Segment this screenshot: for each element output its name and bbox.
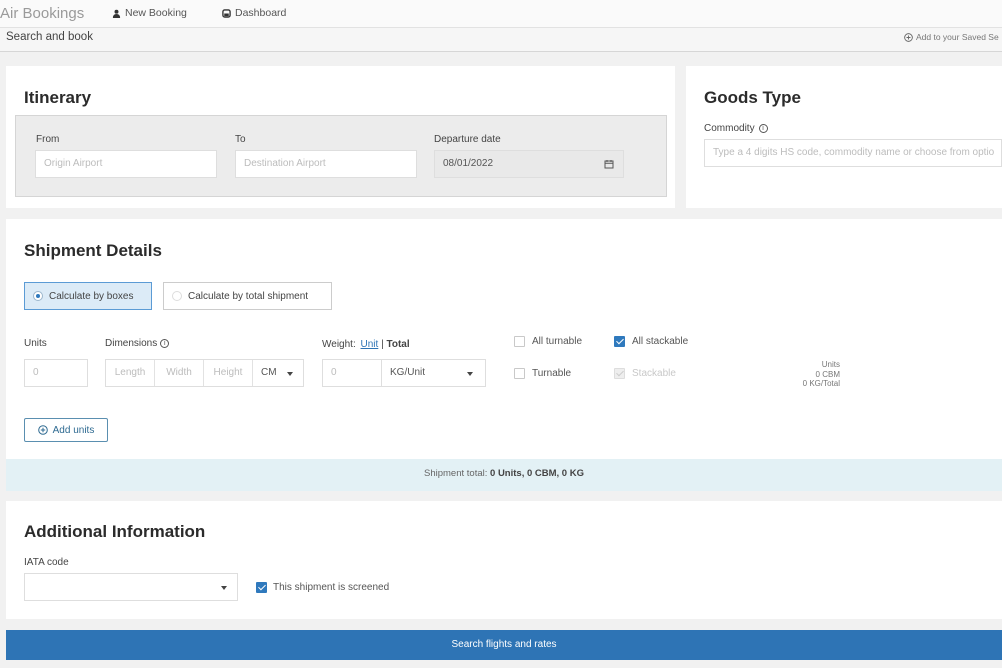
additional-info-card xyxy=(6,501,1002,619)
to-label: To xyxy=(235,134,246,145)
all-stackable-checkbox[interactable] xyxy=(614,336,625,347)
dashboard-icon xyxy=(222,8,231,18)
all-turnable-label: All turnable xyxy=(532,336,583,347)
calculate-by-total-option[interactable]: Calculate by total shipment xyxy=(163,282,332,310)
weight-label-group: Weight: Unit | Total xyxy=(322,339,410,350)
page-title: Search and book xyxy=(6,31,93,43)
length-input[interactable]: Length xyxy=(106,360,154,386)
row-summary: Units 0 CBM 0 KG/Total xyxy=(760,360,840,389)
calculate-by-boxes-option[interactable]: Calculate by boxes xyxy=(24,282,152,310)
top-nav: Air Bookings New Booking Dashboard xyxy=(0,0,1002,28)
calendar-icon[interactable] xyxy=(604,159,614,169)
commodity-input[interactable]: Type a 4 digits HS code, commodity name … xyxy=(704,139,1002,167)
units-input[interactable]: 0 xyxy=(24,359,88,387)
add-units-button[interactable]: Add units xyxy=(24,418,108,442)
stackable-label: Stackable xyxy=(632,368,676,379)
plus-circle-icon xyxy=(904,32,913,42)
sub-header: Search and book Add to your Saved Se xyxy=(0,28,1002,52)
chevron-down-icon xyxy=(467,372,473,376)
nav-new-booking[interactable]: New Booking xyxy=(112,7,187,19)
nav-dashboard[interactable]: Dashboard xyxy=(222,7,286,19)
commodity-label-group: Commodity i xyxy=(704,123,768,134)
origin-airport-input[interactable]: Origin Airport xyxy=(35,150,217,178)
info-icon[interactable]: i xyxy=(758,124,768,133)
shipment-screened-checkbox[interactable] xyxy=(256,582,267,593)
info-icon[interactable]: i xyxy=(160,339,170,348)
stackable-checkbox xyxy=(614,368,625,379)
shipment-total-value: 0 Units, 0 CBM, 0 KG xyxy=(490,468,584,479)
iata-code-select[interactable] xyxy=(24,573,238,601)
departure-date-value: 08/01/2022 xyxy=(443,158,494,169)
summary-kg: 0 KG/Total xyxy=(802,379,840,388)
weight-label: Weight: xyxy=(322,339,356,350)
units-label: Units xyxy=(24,338,47,349)
shipment-screened-label: This shipment is screened xyxy=(273,582,390,593)
dimensions-label: Dimensions xyxy=(105,338,158,349)
weight-total-toggle[interactable]: Total xyxy=(386,339,409,350)
iata-code-label: IATA code xyxy=(24,557,69,568)
user-icon xyxy=(112,9,121,18)
height-input[interactable]: Height xyxy=(203,360,252,386)
dimension-unit-select[interactable]: CM xyxy=(252,360,303,386)
plus-circle-icon xyxy=(37,425,48,435)
destination-airport-input[interactable]: Destination Airport xyxy=(235,150,417,178)
weight-separator: | xyxy=(381,339,384,350)
from-label: From xyxy=(36,134,60,145)
search-flights-button[interactable]: Search flights and rates xyxy=(6,630,1002,660)
turnable-checkbox[interactable] xyxy=(514,368,525,379)
shipment-total-prefix: Shipment total: xyxy=(424,468,488,479)
all-turnable-checkbox[interactable] xyxy=(514,336,525,347)
additional-info-title: Additional Information xyxy=(24,522,206,541)
radio-icon xyxy=(172,291,182,301)
dimensions-label-group: Dimensions i xyxy=(105,338,170,349)
nav-dashboard-label: Dashboard xyxy=(235,7,287,19)
radio-icon xyxy=(33,291,43,301)
goods-type-title: Goods Type xyxy=(704,88,801,107)
summary-units: Units xyxy=(821,360,840,369)
calculate-by-total-label: Calculate by total shipment xyxy=(188,290,309,302)
departure-date-label: Departure date xyxy=(434,134,501,145)
summary-cbm: 0 CBM xyxy=(815,369,840,379)
chevron-down-icon xyxy=(287,372,293,376)
add-units-label: Add units xyxy=(52,424,95,436)
commodity-label: Commodity xyxy=(704,123,755,134)
shipment-details-title: Shipment Details xyxy=(24,241,162,260)
weight-unit-value: KG/Unit xyxy=(390,367,426,378)
app-brand[interactable]: Air Bookings xyxy=(0,5,84,22)
dimensions-input-group: Length Width Height CM xyxy=(105,359,304,387)
width-input[interactable]: Width xyxy=(154,360,203,386)
itinerary-title: Itinerary xyxy=(24,88,92,107)
chevron-down-icon xyxy=(221,586,227,590)
dimension-unit-value: CM xyxy=(261,367,277,378)
shipment-total-bar: Shipment total: 0 Units, 0 CBM, 0 KG xyxy=(6,459,1002,491)
add-to-saved-searches-label: Add to your Saved Se xyxy=(916,32,999,42)
calculate-by-boxes-label: Calculate by boxes xyxy=(49,290,134,302)
add-to-saved-searches-link[interactable]: Add to your Saved Se xyxy=(904,32,999,42)
departure-date-input[interactable]: 08/01/2022 xyxy=(434,150,624,178)
weight-unit-toggle[interactable]: Unit xyxy=(361,339,379,350)
turnable-label: Turnable xyxy=(532,368,572,379)
weight-input[interactable]: 0 xyxy=(322,359,382,387)
all-stackable-label: All stackable xyxy=(632,336,689,347)
nav-new-booking-label: New Booking xyxy=(125,7,187,19)
